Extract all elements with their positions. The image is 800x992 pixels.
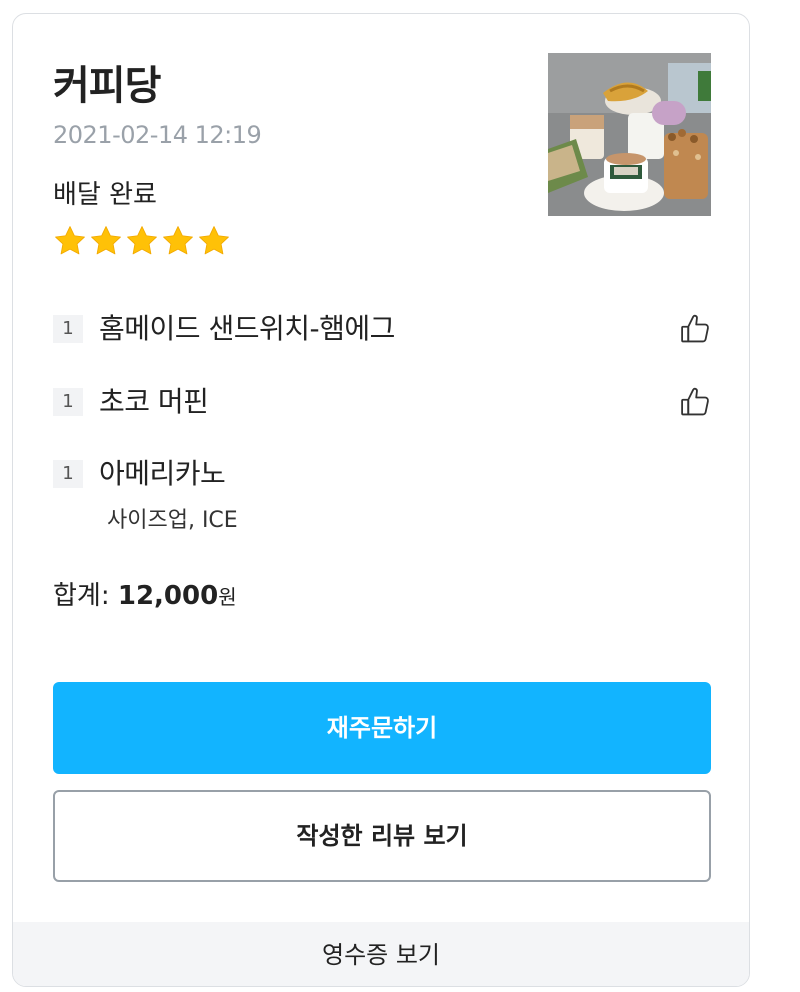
order-status: 배달 완료 bbox=[53, 180, 157, 210]
item-options: 사이즈업, ICE bbox=[107, 508, 238, 533]
item-quantity: 1 bbox=[53, 460, 83, 488]
view-receipt-button[interactable]: 영수증 보기 bbox=[13, 922, 749, 986]
star-icon bbox=[91, 226, 121, 255]
food-photo-image bbox=[548, 53, 711, 216]
item-quantity: 1 bbox=[53, 388, 83, 416]
menu-item: 1 아메리카노 bbox=[53, 454, 713, 494]
star-icon bbox=[55, 226, 85, 255]
store-thumbnail[interactable] bbox=[548, 53, 711, 216]
thumbs-up-icon bbox=[681, 387, 709, 416]
store-name[interactable]: 커피당 bbox=[53, 60, 161, 112]
star-icon bbox=[127, 226, 157, 255]
star-icon bbox=[199, 226, 229, 255]
item-name: 아메리카노 bbox=[99, 457, 226, 490]
total-currency-unit: 원 bbox=[218, 585, 237, 609]
order-total: 합계: 12,000원 bbox=[53, 578, 237, 615]
thumbs-up-button[interactable] bbox=[677, 384, 713, 420]
menu-item: 1 초코 머핀 bbox=[53, 382, 713, 422]
order-card: 커피당 2021-02-14 12:19 배달 완료 1 홈메이드 샌드위치-햄… bbox=[12, 13, 750, 987]
order-datetime: 2021-02-14 12:19 bbox=[53, 121, 262, 149]
menu-item: 1 홈메이드 샌드위치-햄에그 bbox=[53, 309, 713, 349]
star-icon bbox=[163, 226, 193, 255]
item-name: 홈메이드 샌드위치-햄에그 bbox=[99, 312, 395, 345]
total-amount: 12,000 bbox=[117, 581, 219, 611]
thumbs-up-button[interactable] bbox=[677, 311, 713, 347]
item-name: 초코 머핀 bbox=[99, 385, 209, 418]
rating-stars bbox=[53, 224, 231, 258]
reorder-button[interactable]: 재주문하기 bbox=[53, 682, 711, 774]
thumbs-up-icon bbox=[681, 314, 709, 343]
item-quantity: 1 bbox=[53, 315, 83, 343]
view-review-button[interactable]: 작성한 리뷰 보기 bbox=[53, 790, 711, 882]
total-label: 합계: bbox=[53, 581, 118, 611]
